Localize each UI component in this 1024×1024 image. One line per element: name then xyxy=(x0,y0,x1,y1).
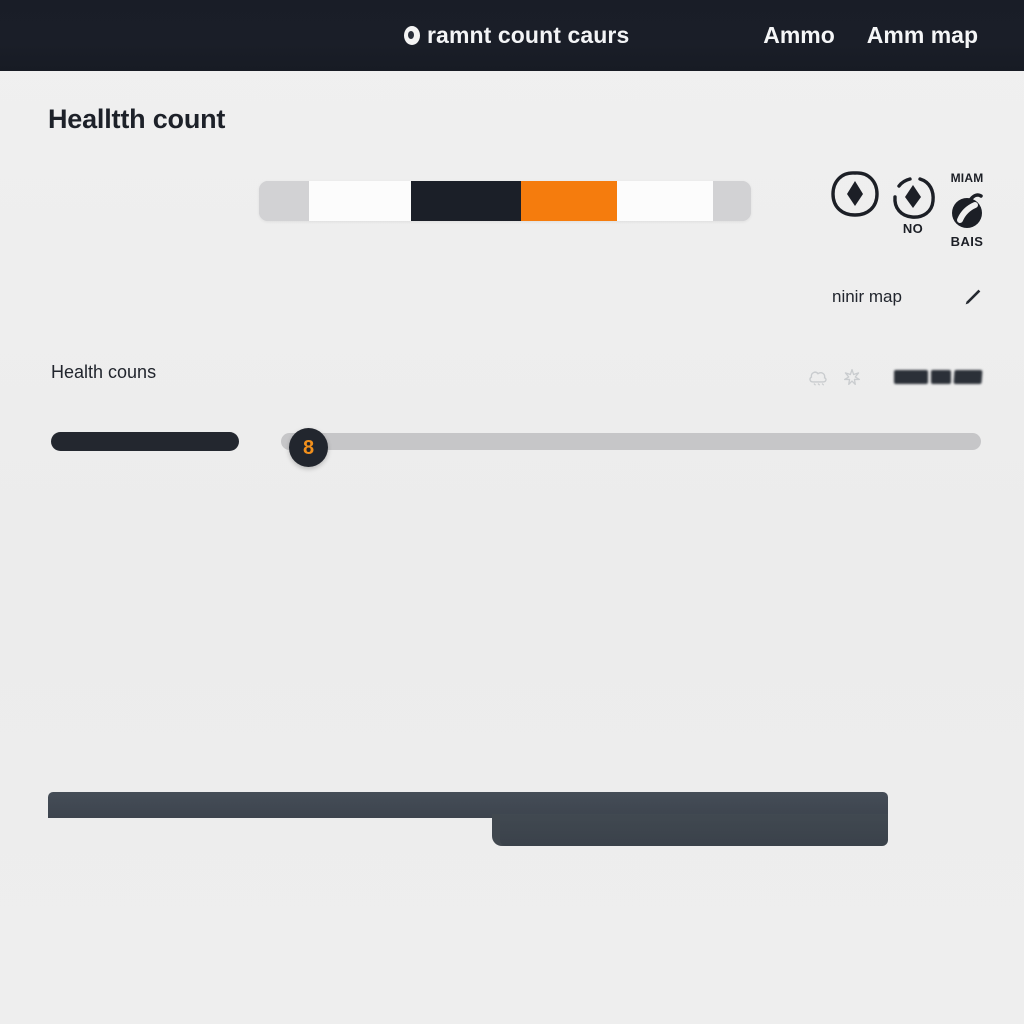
topbar-brand-group: ramnt count caurs xyxy=(404,0,629,71)
minimap-label: ninir map xyxy=(832,287,902,306)
ammo-bomb-icon-group[interactable]: MIAM BAIS xyxy=(938,171,996,249)
slider-remaining-track[interactable] xyxy=(281,433,981,450)
slider-value-label: 8 xyxy=(302,436,315,459)
topbar-nav-items: Ammo Amm map xyxy=(763,0,978,71)
top-navigation-bar: ramnt count caurs Ammo Amm map xyxy=(0,0,1024,71)
segment-filled-accent xyxy=(521,181,617,221)
segment-empty-2 xyxy=(617,181,713,221)
nav-amm-map[interactable]: Amm map xyxy=(867,22,978,49)
ammo-bomb-caption-top: MIAM xyxy=(950,171,984,185)
app-root: ramnt count caurs Ammo Amm map Healltth … xyxy=(0,0,1024,1024)
pencil-edit-icon[interactable] xyxy=(962,286,984,308)
topbar-title: ramnt count caurs xyxy=(427,22,630,48)
ammo-round-icon xyxy=(826,166,884,221)
meta-row xyxy=(808,363,983,391)
health-segmented-bar[interactable] xyxy=(259,181,751,221)
ammo-partial-icon-group[interactable]: NO xyxy=(884,170,942,236)
health-count-sub-label: Health couns xyxy=(51,362,157,382)
panel-bottom-band xyxy=(500,814,888,846)
circle-logo-icon xyxy=(404,26,420,45)
ammo-partial-caption: NO xyxy=(902,221,924,236)
cloud-icon xyxy=(809,371,827,386)
ammo-icon-cluster: NO MIAM BAIS xyxy=(826,166,996,249)
badge-part xyxy=(953,370,983,384)
badge-part xyxy=(931,370,951,384)
segment-cap-right xyxy=(713,181,751,221)
segment-filled-dark xyxy=(411,181,521,221)
burst-icon xyxy=(843,368,861,386)
badge-part xyxy=(894,370,928,384)
page-title: Healltth count xyxy=(48,104,226,134)
ammo-bomb-icon xyxy=(938,183,996,238)
health-count-slider[interactable]: 8 xyxy=(51,428,981,467)
slider-filled-track xyxy=(51,432,239,451)
nav-ammo[interactable]: Ammo xyxy=(763,22,835,49)
segment-empty-1 xyxy=(309,181,411,221)
status-badge xyxy=(894,370,983,384)
segment-cap-left xyxy=(259,181,309,221)
ammo-round-icon-group[interactable] xyxy=(826,166,884,221)
ammo-bomb-caption: BAIS xyxy=(950,234,984,249)
minimap-row: ninir map xyxy=(832,283,984,311)
stepped-dark-panel xyxy=(48,792,888,846)
ammo-partial-icon xyxy=(884,170,942,225)
slider-knob[interactable]: 8 xyxy=(289,428,328,467)
